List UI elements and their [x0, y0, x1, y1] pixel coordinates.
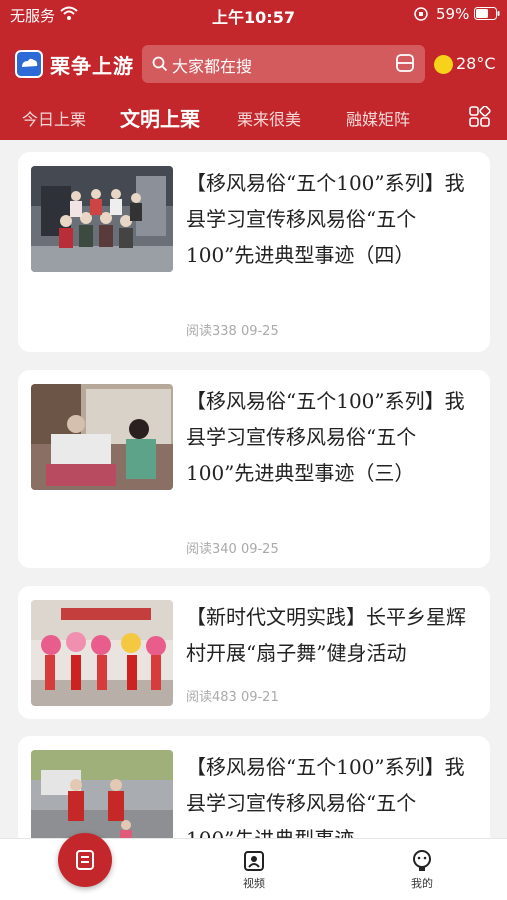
video-icon	[244, 851, 264, 871]
nav-video-label: 视频	[243, 877, 265, 890]
header: 无服务 上午10:57 59% 栗争上游 大家都在搜 28°C 今日上栗 文明上…	[0, 0, 507, 140]
article-title[interactable]: 【新时代文明实践】长平乡星辉村开展“扇子舞”健身活动	[186, 599, 481, 671]
top-bar: 栗争上游 大家都在搜 28°C	[0, 40, 507, 88]
bottom-nav: 视频 我的	[0, 833, 507, 900]
nav-video[interactable]: 视频	[224, 849, 284, 891]
article-title[interactable]: 【移风易俗“五个100”系列】我县学习宣传移风易俗“五个100”先进典型事迹（四…	[186, 165, 481, 273]
article-meta: 阅读338 09-25	[186, 324, 279, 339]
news-icon	[76, 850, 94, 870]
article-meta: 阅读340 09-25	[186, 542, 279, 557]
tab-media-matrix[interactable]: 融媒矩阵	[346, 106, 410, 130]
battery-percent: 59%	[436, 5, 470, 23]
nav-home-button[interactable]	[58, 833, 112, 887]
clock: 上午10:57	[212, 8, 295, 27]
article-title[interactable]: 【移风易俗“五个100”系列】我县学习宣传移风易俗“五个100”先进典型事迹（三…	[186, 383, 481, 491]
app-logo-icon	[15, 50, 43, 78]
article-card[interactable]: 【新时代文明实践】长平乡星辉村开展“扇子舞”健身活动 阅读483 09-21	[18, 586, 490, 719]
nav-mine[interactable]: 我的	[392, 849, 452, 891]
profile-icon	[413, 850, 431, 871]
battery-icon	[474, 7, 500, 20]
scan-icon[interactable]	[395, 53, 415, 73]
article-thumbnail	[31, 600, 173, 706]
tab-civilization[interactable]: 文明上栗	[120, 103, 200, 132]
article-thumbnail	[31, 384, 173, 490]
weather-sun-icon	[434, 55, 453, 74]
category-tabs: 今日上栗 文明上栗 栗来很美 融媒矩阵	[0, 98, 507, 140]
category-grid-icon[interactable]	[469, 106, 491, 128]
article-card[interactable]: 【移风易俗“五个100”系列】我县学习宣传移风易俗“五个100”先进典型事迹（四…	[18, 152, 490, 352]
orientation-lock-icon	[414, 7, 428, 21]
status-bar: 无服务 上午10:57 59%	[0, 0, 507, 28]
tab-today[interactable]: 今日上栗	[22, 106, 86, 130]
search-placeholder: 大家都在搜	[172, 57, 253, 76]
app-title: 栗争上游	[50, 54, 134, 78]
article-thumbnail	[31, 166, 173, 272]
weather-temperature: 28°C	[456, 54, 496, 73]
search-icon	[152, 56, 168, 72]
article-card[interactable]: 【移风易俗“五个100”系列】我县学习宣传移风易俗“五个100”先进典型事迹（三…	[18, 370, 490, 568]
article-meta: 阅读483 09-21	[186, 690, 279, 705]
search-input[interactable]: 大家都在搜	[142, 45, 425, 83]
nav-mine-label: 我的	[411, 877, 433, 890]
tab-beautiful[interactable]: 栗来很美	[237, 106, 301, 130]
